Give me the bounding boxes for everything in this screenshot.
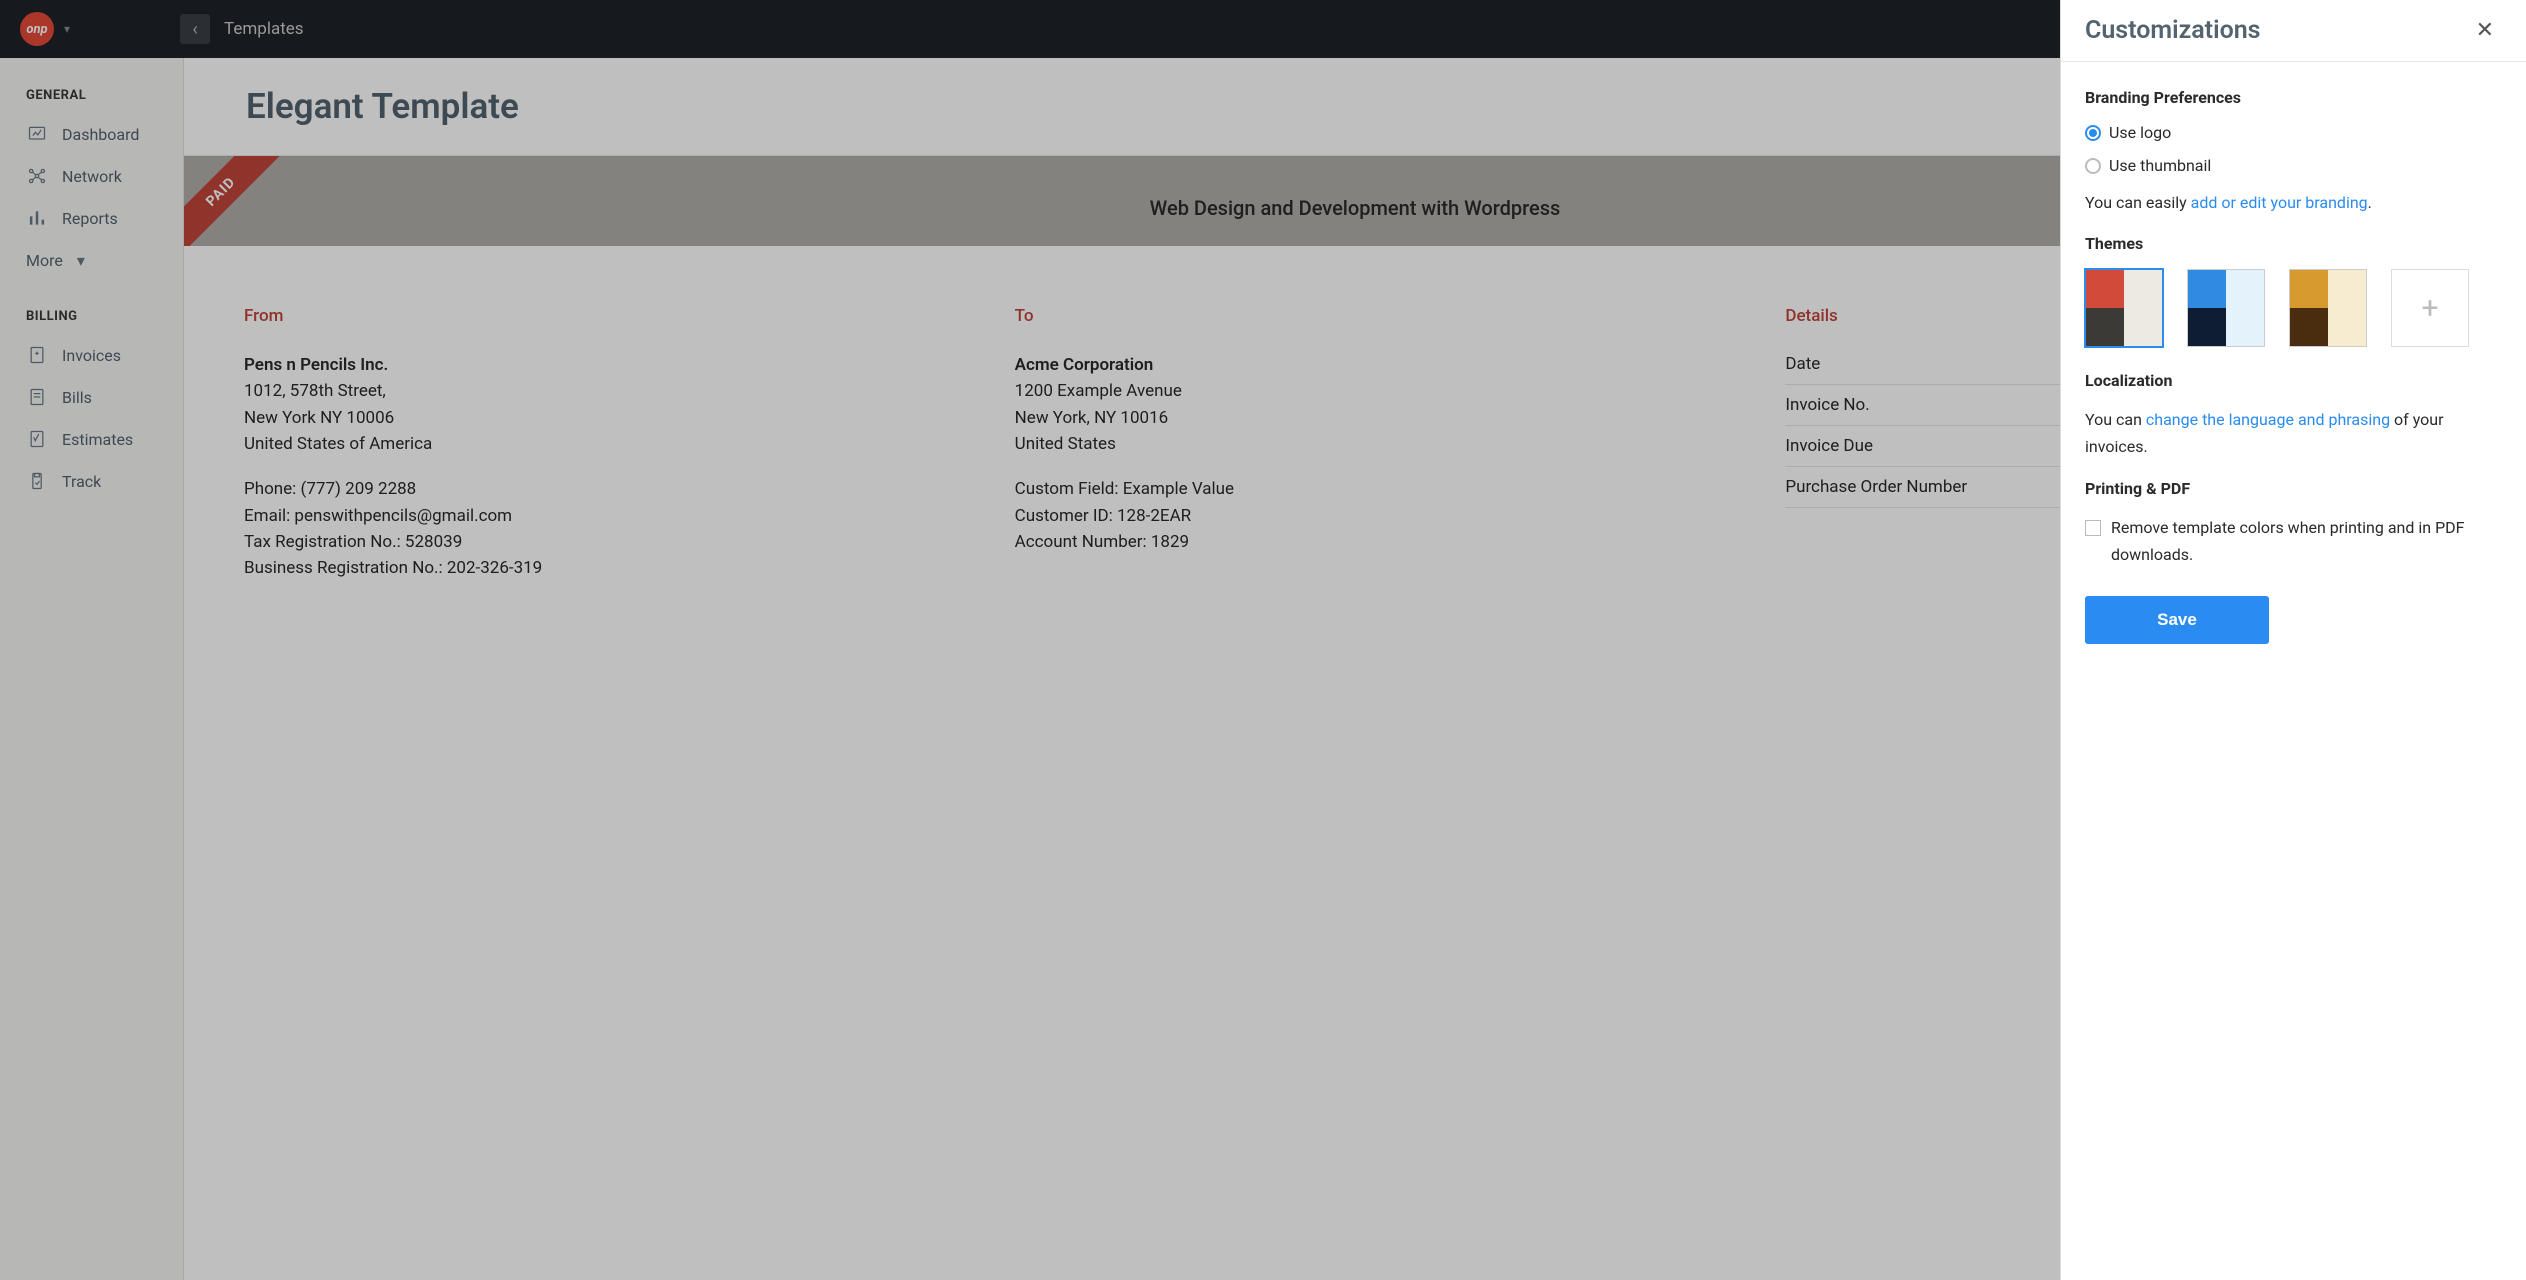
chevron-down-icon: ▾ [77,249,85,271]
sidebar-item-label: Track [62,472,101,491]
sidebar-item-dashboard[interactable]: Dashboard [0,113,183,155]
radio-use-thumbnail[interactable]: Use thumbnail [2085,156,2502,175]
close-button[interactable]: ✕ [2468,14,2502,47]
chevron-left-icon: ‹ [192,19,197,40]
close-icon: ✕ [2476,18,2494,43]
dashboard-icon [26,123,48,145]
localization-help-text: You can change the language and phrasing… [2085,406,2502,460]
sidebar-item-label: More [26,251,63,270]
to-acct: Account Number: 1829 [1015,529,1696,555]
sidebar-item-label: Reports [62,209,118,228]
sidebar-item-label: Network [62,167,122,186]
to-custid: Customer ID: 128-2EAR [1015,503,1696,529]
sidebar-heading-billing: BILLING [0,299,183,334]
sidebar-heading-general: GENERAL [0,78,183,113]
details-label: Date [1785,354,1820,374]
theme-swatch[interactable] [2289,269,2367,347]
edit-branding-link[interactable]: add or edit your branding [2191,193,2368,212]
to-country: United States [1015,431,1696,457]
to-company: Acme Corporation [1015,352,1696,378]
save-button[interactable]: Save [2085,596,2269,644]
theme-swatch[interactable] [2187,269,2265,347]
localization-heading: Localization [2085,371,2502,390]
radio-icon [2085,158,2101,174]
printing-heading: Printing & PDF [2085,479,2502,498]
change-language-link[interactable]: change the language and phrasing [2146,410,2390,429]
remove-colors-checkbox[interactable]: Remove template colors when printing and… [2085,514,2502,568]
network-icon [26,165,48,187]
to-column: To Acme Corporation 1200 Example Avenue … [1015,306,1696,1278]
plus-icon: + [2421,291,2438,326]
sidebar-item-reports[interactable]: Reports [0,197,183,239]
radio-icon [2085,125,2101,141]
sidebar-item-label: Estimates [62,430,133,449]
checkbox-icon [2085,520,2101,536]
track-icon [26,470,48,492]
to-addr2: New York, NY 10016 [1015,405,1696,431]
estimate-icon [26,428,48,450]
from-email: Email: penswithpencils@gmail.com [244,503,925,529]
radio-use-logo[interactable]: Use logo [2085,123,2502,142]
from-business: Business Registration No.: 202-326-319 [244,555,925,581]
app-logo-text: onp [26,22,47,37]
themes-row: + [2085,269,2502,347]
sidebar-item-more[interactable]: More ▾ [0,239,183,281]
chevron-down-icon[interactable]: ▾ [64,22,70,36]
radio-label: Use thumbnail [2109,156,2211,175]
checkbox-label: Remove template colors when printing and… [2111,514,2502,568]
branding-help-text: You can easily add or edit your branding… [2085,189,2502,216]
details-label: Purchase Order Number [1785,477,1967,497]
theme-swatch[interactable] [2085,269,2163,347]
bill-icon [26,386,48,408]
sidebar-item-label: Bills [62,388,92,407]
invoice-icon [26,344,48,366]
from-country: United States of America [244,431,925,457]
back-button[interactable]: ‹ [180,14,210,44]
from-addr2: New York NY 10006 [244,405,925,431]
from-phone: Phone: (777) 209 2288 [244,476,925,502]
to-heading: To [1015,306,1696,326]
to-custom: Custom Field: Example Value [1015,476,1696,502]
branding-heading: Branding Preferences [2085,88,2502,107]
themes-heading: Themes [2085,234,2502,253]
from-company: Pens n Pencils Inc. [244,352,925,378]
sidebar-item-network[interactable]: Network [0,155,183,197]
from-addr1: 1012, 578th Street, [244,378,925,404]
details-label: Invoice Due [1785,436,1873,456]
from-heading: From [244,306,925,326]
from-tax: Tax Registration No.: 528039 [244,529,925,555]
sidebar-item-track[interactable]: Track [0,460,183,502]
details-label: Invoice No. [1785,395,1869,415]
sidebar-item-invoices[interactable]: Invoices [0,334,183,376]
sidebar-item-bills[interactable]: Bills [0,376,183,418]
reports-icon [26,207,48,229]
sidebar-item-label: Invoices [62,346,121,365]
sidebar-item-label: Dashboard [62,125,139,144]
drawer-title: Customizations [2085,16,2261,45]
to-addr1: 1200 Example Avenue [1015,378,1696,404]
from-column: From Pens n Pencils Inc. 1012, 578th Str… [244,306,925,1278]
breadcrumb[interactable]: Templates [224,19,304,39]
radio-label: Use logo [2109,123,2171,142]
app-logo[interactable]: onp [20,12,54,46]
sidebar-item-estimates[interactable]: Estimates [0,418,183,460]
add-theme-button[interactable]: + [2391,269,2469,347]
sidebar: GENERAL Dashboard Network Reports More ▾… [0,58,184,1280]
customizations-drawer: Customizations ✕ Branding Preferences Us… [2060,0,2526,1280]
